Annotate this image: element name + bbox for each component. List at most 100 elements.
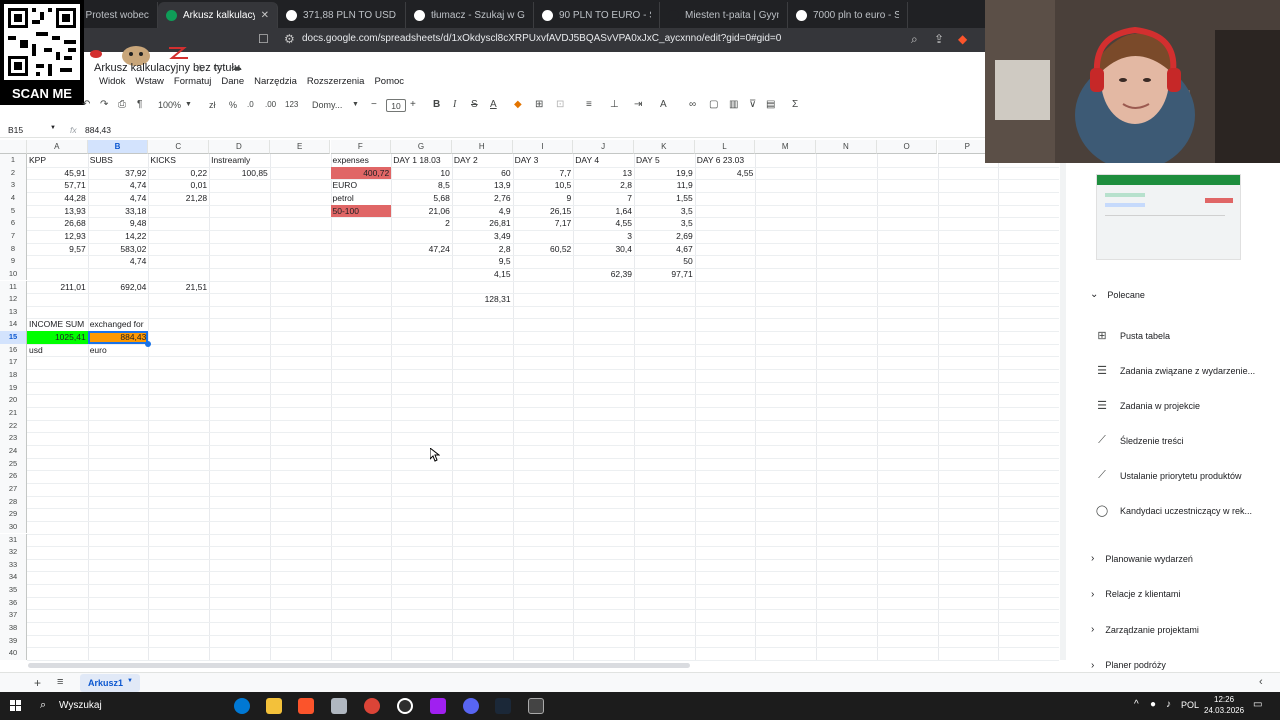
github-icon[interactable] xyxy=(397,698,413,714)
cell[interactable]: exchanged for xyxy=(88,318,149,331)
cell[interactable]: 3,49 xyxy=(452,230,513,243)
number-format-button[interactable]: 123 xyxy=(285,95,298,115)
cell[interactable]: expenses xyxy=(331,154,392,167)
row-header[interactable]: 3 xyxy=(0,179,27,192)
template-item[interactable]: ◯ Kandydaci uczestniczący w rek... xyxy=(1091,504,1252,517)
clock-time[interactable]: 12:26 xyxy=(1214,695,1234,704)
borders-icon[interactable]: ⊞ xyxy=(535,95,543,115)
cell[interactable]: 7,17 xyxy=(513,217,574,230)
cell[interactable]: 4,74 xyxy=(88,179,149,192)
menu-item[interactable]: Dane xyxy=(216,76,249,87)
cell[interactable]: 10 xyxy=(391,167,452,180)
font-size-increase-icon[interactable]: + xyxy=(410,95,416,115)
cell[interactable]: 60,52 xyxy=(513,243,574,256)
cell[interactable]: 60 xyxy=(452,167,513,180)
browser-tab[interactable]: 90 PLN TO EURO - Szukaj... xyxy=(534,2,660,28)
cell[interactable]: 583,02 xyxy=(88,243,149,256)
zoom-lens-icon[interactable]: ⌕ xyxy=(911,32,918,47)
name-box[interactable]: B15 xyxy=(8,125,23,135)
cell[interactable]: 62,39 xyxy=(573,268,634,281)
cell[interactable]: KPP xyxy=(27,154,88,167)
fill-handle[interactable] xyxy=(145,340,152,347)
cell[interactable]: 3,5 xyxy=(634,205,695,218)
template-item[interactable]: ⟋ Ustalanie priorytetu produktów xyxy=(1091,469,1241,482)
vertical-scrollbar[interactable] xyxy=(1060,154,1066,660)
column-header[interactable]: L xyxy=(694,140,756,154)
row-header[interactable]: 7 xyxy=(0,229,27,243)
merge-cells-icon[interactable]: ⊡ xyxy=(556,95,564,115)
cell[interactable]: 5,68 xyxy=(391,192,452,205)
row-header[interactable]: 36 xyxy=(0,596,27,610)
search-icon[interactable]: ⌕ xyxy=(40,699,46,712)
row-header[interactable]: 12 xyxy=(0,293,27,306)
collapse-side-panel-icon[interactable]: ‹ xyxy=(1259,676,1263,688)
browser-tab[interactable]: Miesten t-paita | Gyymi™ xyxy=(660,2,788,28)
menu-item[interactable]: Narzędzia xyxy=(249,76,302,87)
windows-start-icon[interactable] xyxy=(10,700,22,712)
undo-icon[interactable]: ↶ xyxy=(82,95,90,115)
cell[interactable]: 2,76 xyxy=(452,192,513,205)
cell[interactable]: 1,55 xyxy=(634,192,695,205)
app-icon[interactable] xyxy=(331,698,347,714)
row-header[interactable]: 31 xyxy=(0,533,27,547)
column-header[interactable]: K xyxy=(634,140,695,154)
text-color-icon[interactable]: A xyxy=(490,95,497,115)
italic-icon[interactable]: I xyxy=(453,95,456,115)
row-header[interactable]: 32 xyxy=(0,546,27,559)
cell[interactable]: 4,55 xyxy=(695,167,756,180)
cell[interactable]: 9 xyxy=(513,192,574,205)
template-item[interactable]: ☰ Zadania związane z wydarzenie... xyxy=(1091,364,1255,377)
font-dropdown-icon[interactable]: ▼ xyxy=(352,95,359,115)
cell[interactable]: 1,64 xyxy=(573,205,634,218)
tray-overflow-icon[interactable]: ^ xyxy=(1134,699,1139,710)
row-header[interactable]: 35 xyxy=(0,584,27,597)
cell[interactable]: 0,01 xyxy=(148,179,209,192)
column-header[interactable]: D xyxy=(209,140,270,154)
column-header[interactable]: I xyxy=(512,140,574,154)
row-header[interactable]: 8 xyxy=(0,242,27,256)
row-header[interactable]: 5 xyxy=(0,204,27,218)
cell[interactable]: Instreamly xyxy=(209,154,270,167)
cell[interactable]: 211,01 xyxy=(27,281,88,294)
row-header[interactable]: 33 xyxy=(0,558,27,572)
row-header[interactable]: 10 xyxy=(0,267,27,281)
row-header[interactable]: 20 xyxy=(0,394,27,407)
row-header[interactable]: 4 xyxy=(0,191,27,205)
cell[interactable]: 12,93 xyxy=(27,230,88,243)
template-preview[interactable] xyxy=(1096,174,1241,260)
row-header[interactable]: 9 xyxy=(0,255,27,268)
bold-icon[interactable]: B xyxy=(433,95,440,115)
share-icon[interactable]: ⇪ xyxy=(934,32,944,46)
cell[interactable]: 47,24 xyxy=(391,243,452,256)
cell[interactable]: 8,5 xyxy=(391,179,452,192)
cell[interactable]: 21,06 xyxy=(391,205,452,218)
sheet-tab-active[interactable]: Arkusz1 ▼ xyxy=(80,674,140,692)
cell[interactable]: 26,15 xyxy=(513,205,574,218)
edge-icon[interactable] xyxy=(234,698,250,714)
functions-icon[interactable]: Σ xyxy=(792,95,798,115)
text-rotation-icon[interactable]: A xyxy=(660,95,667,115)
insert-link-icon[interactable]: ∞ xyxy=(689,95,696,115)
zoom-select[interactable]: 100% xyxy=(158,95,181,115)
row-header[interactable]: 28 xyxy=(0,495,27,509)
cell[interactable]: DAY 4 xyxy=(573,154,634,167)
cell[interactable]: INCOME SUM xyxy=(27,318,88,331)
cell[interactable]: 7,7 xyxy=(513,167,574,180)
cell[interactable]: usd xyxy=(27,344,88,357)
redo-icon[interactable]: ↷ xyxy=(100,95,108,115)
browser-tab[interactable]: tłumacz - Szukaj w Google xyxy=(406,2,534,28)
cell[interactable]: SUBS xyxy=(88,154,149,167)
template-item[interactable]: ☰ Zadania w projekcie xyxy=(1091,399,1200,412)
column-header[interactable]: G xyxy=(391,140,452,154)
row-header[interactable]: 23 xyxy=(0,432,27,445)
cell[interactable]: 26,68 xyxy=(27,217,88,230)
brave-icon[interactable] xyxy=(298,698,314,714)
cell[interactable]: 4,74 xyxy=(88,255,149,268)
row-header[interactable]: 22 xyxy=(0,419,27,433)
cell[interactable]: 21,51 xyxy=(148,281,209,294)
add-sheet-icon[interactable]: + xyxy=(34,676,41,690)
row-header[interactable]: 1 xyxy=(0,154,27,167)
row-header[interactable]: 24 xyxy=(0,444,27,458)
row-header[interactable]: 26 xyxy=(0,470,27,483)
close-tab-icon[interactable]: ✕ xyxy=(261,10,269,21)
